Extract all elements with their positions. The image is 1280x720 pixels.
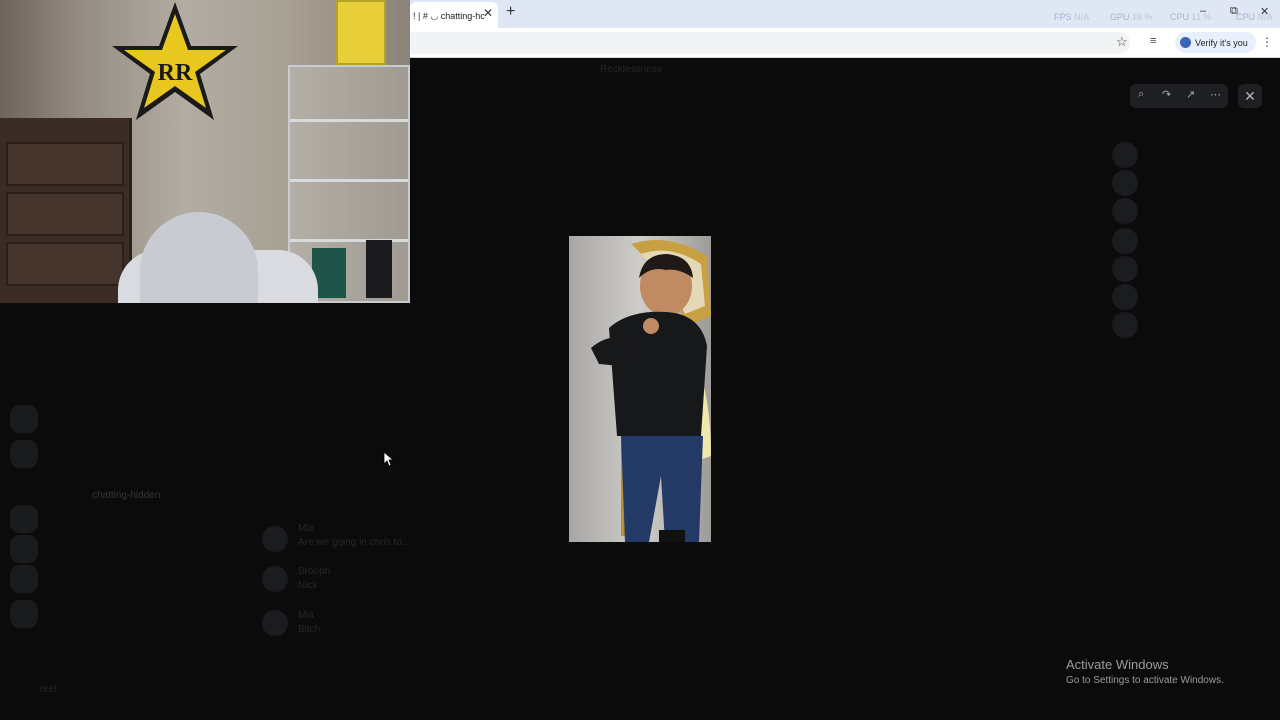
activate-windows-watermark: Activate Windows Go to Settings to activ…: [1066, 657, 1224, 686]
member-avatar: [1112, 228, 1138, 254]
mouse-cursor-icon: [383, 451, 393, 467]
webcam-overlay: RR: [0, 0, 410, 303]
server-icon: [10, 565, 38, 593]
server-icon: [10, 535, 38, 563]
avatar: [262, 526, 288, 552]
shelf-line: [290, 179, 408, 182]
svg-text:RR: RR: [158, 60, 193, 86]
active-channel: chatting-hidden: [92, 490, 161, 501]
server-header: Recklessness: [600, 64, 662, 75]
activate-subtitle: Go to Settings to activate Windows.: [1066, 675, 1224, 686]
dark-box: [366, 240, 392, 298]
shelf-line: [290, 119, 408, 122]
viewer-close-button[interactable]: ✕: [1238, 84, 1262, 108]
verify-label: Verify it's you: [1195, 37, 1248, 48]
open-external-icon[interactable]: ↗: [1186, 88, 1195, 101]
member-avatar: [1112, 312, 1138, 338]
forward-icon[interactable]: ↷: [1162, 88, 1171, 101]
member-avatar: [1112, 142, 1138, 168]
message-author: Mia: [298, 523, 315, 534]
activate-title: Activate Windows: [1066, 657, 1169, 672]
viewer-toolbar: ⌕ ↷ ↗ ⋯: [1130, 84, 1228, 108]
window-close-button[interactable]: ✕: [1260, 5, 1269, 18]
fps-readout: FPS N/A: [1054, 12, 1090, 22]
gpu-readout: GPU 16 %: [1110, 12, 1153, 22]
tab-title: ! | # ◡ chatting-hc: [413, 11, 485, 21]
screen: { "browser": { "tab_title": "! | # \u25E…: [0, 0, 1280, 720]
rockstar-star-logo: RR: [112, 2, 238, 120]
viewed-photo[interactable]: [569, 236, 711, 542]
member-avatar: [1112, 284, 1138, 310]
restore-button[interactable]: ⧉: [1230, 5, 1238, 18]
user-name: reel: [40, 684, 57, 695]
avatar: [262, 566, 288, 592]
plus-icon[interactable]: +: [506, 3, 515, 21]
server-icon: [10, 505, 38, 533]
message-author: Brooph: [298, 566, 331, 577]
server-icon: [10, 405, 38, 433]
avatar: [262, 610, 288, 636]
reading-list-icon[interactable]: ≡: [1150, 35, 1156, 47]
member-avatar: [1112, 256, 1138, 282]
message-text: Nick: [298, 580, 318, 591]
minimize-button[interactable]: –: [1200, 5, 1206, 17]
member-avatar: [1112, 170, 1138, 196]
drawer: [6, 192, 124, 236]
browser-menu-icon[interactable]: ⋮: [1261, 35, 1273, 49]
more-icon[interactable]: ⋯: [1210, 88, 1221, 101]
browser-toolbar: ☆ ≡ Verify it's you ⋮: [410, 28, 1280, 58]
browser-tab-strip: ! | # ◡ chatting-hc ✕ + FPS N/A GPU 16 %…: [410, 0, 1280, 28]
message-author: Mia: [298, 610, 315, 621]
photo-illustration: [569, 236, 711, 542]
dresser: [0, 118, 132, 303]
address-bar[interactable]: [410, 32, 1130, 54]
server-icon: [10, 440, 38, 468]
verify-profile-button[interactable]: Verify it's you: [1175, 32, 1256, 53]
zoom-in-icon[interactable]: ⌕: [1138, 88, 1144, 101]
message-text: Are we going in chris to…: [298, 537, 412, 548]
message-text: Bitch: [298, 624, 321, 635]
drawer: [6, 242, 124, 286]
drawer: [6, 142, 124, 186]
poster: [336, 0, 386, 65]
bookmark-star-icon[interactable]: ☆: [1116, 34, 1128, 50]
member-avatar: [1112, 198, 1138, 224]
profile-icon: [1180, 37, 1191, 48]
close-icon[interactable]: ✕: [483, 6, 493, 20]
server-icon: [10, 600, 38, 628]
